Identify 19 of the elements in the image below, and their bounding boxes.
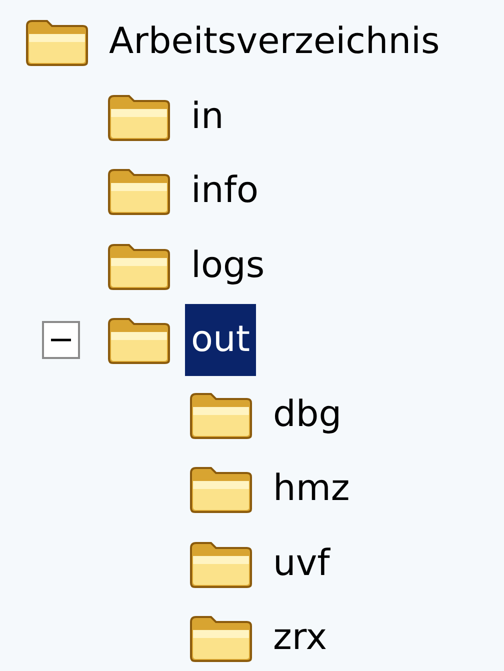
tree-item[interactable]: in — [185, 80, 230, 153]
tree-item[interactable]: zrx — [267, 602, 334, 671]
tree-item[interactable]: dbg — [267, 378, 348, 451]
folder-icon — [107, 316, 171, 364]
folder-icon — [107, 92, 171, 141]
folder-icon — [189, 390, 253, 439]
folder-icon — [107, 167, 171, 216]
tree-item[interactable]: uvf — [267, 528, 336, 600]
tree-item[interactable]: hmz — [267, 453, 356, 526]
folder-icon — [189, 465, 253, 514]
folder-icon — [189, 540, 253, 588]
folder-icon — [189, 614, 253, 662]
collapse-icon[interactable] — [42, 321, 80, 360]
tree-item[interactable]: info — [185, 155, 265, 228]
folder-icon — [25, 18, 89, 66]
tree-item[interactable]: out — [185, 304, 256, 376]
tree-item[interactable]: logs — [185, 230, 271, 302]
tree-item[interactable]: Arbeitsverzeichnis — [103, 6, 446, 78]
folder-icon — [107, 242, 171, 290]
